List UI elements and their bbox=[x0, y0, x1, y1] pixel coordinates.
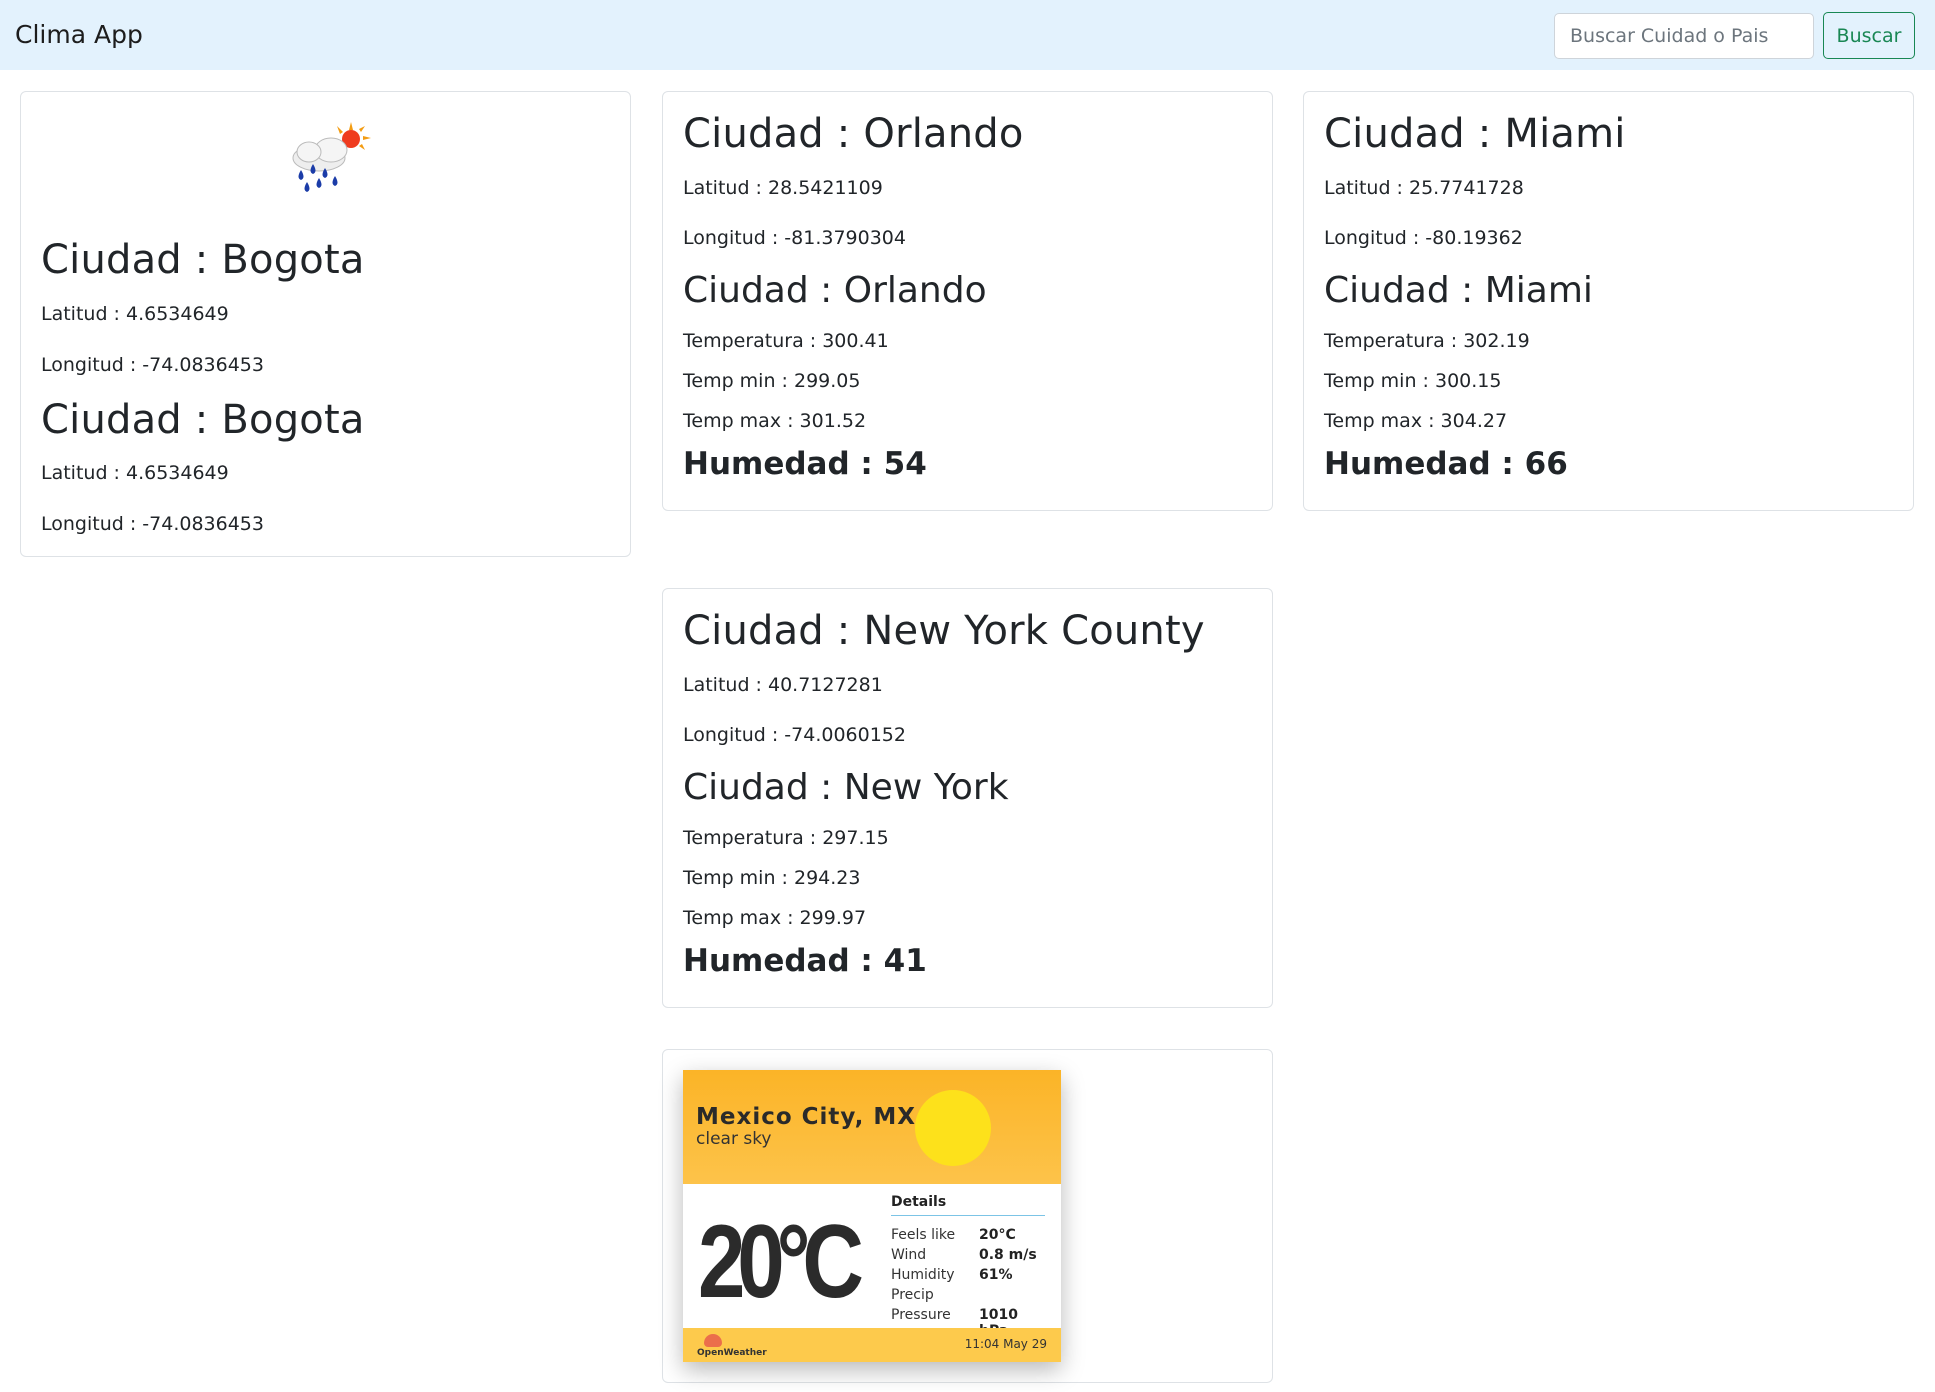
widget-details-title: Details bbox=[891, 1194, 947, 1210]
city-card-new-york: Ciudad : New York County Latitud : 40.71… bbox=[662, 588, 1273, 1008]
widget-header: Mexico City, MX clear sky bbox=[683, 1070, 1061, 1184]
temp-min-text: Temp min : 299.05 bbox=[683, 370, 861, 392]
city-title: Ciudad : Bogota bbox=[41, 397, 365, 443]
temperature-text: Temperatura : 297.15 bbox=[683, 827, 889, 849]
detail-value: 0.8 m/s bbox=[979, 1247, 1037, 1263]
openweather-logo-text[interactable]: OpenWeather bbox=[697, 1348, 767, 1358]
humidity-text: Humedad : 66 bbox=[1324, 446, 1568, 482]
divider bbox=[891, 1215, 1045, 1216]
detail-label: Pressure bbox=[891, 1307, 951, 1323]
app-brand[interactable]: Clima App bbox=[15, 20, 143, 49]
city-subtitle: Ciudad : New York bbox=[683, 767, 1009, 808]
widget-timestamp: 11:04 May 29 bbox=[964, 1337, 1047, 1351]
widget-city: Mexico City, MX bbox=[696, 1104, 916, 1130]
temp-max-text: Temp max : 299.97 bbox=[683, 907, 867, 929]
temp-min-text: Temp min : 300.15 bbox=[1324, 370, 1502, 392]
latitude-text: Latitud : 4.6534649 bbox=[41, 462, 229, 484]
detail-value: 20°C bbox=[979, 1227, 1016, 1243]
latitude-text: Latitud : 4.6534649 bbox=[41, 303, 229, 325]
city-card-miami: Ciudad : Miami Latitud : 25.7741728 Long… bbox=[1303, 91, 1914, 511]
detail-label: Precip bbox=[891, 1287, 934, 1303]
detail-label: Wind bbox=[891, 1247, 927, 1263]
city-subtitle: Ciudad : Orlando bbox=[683, 270, 987, 311]
temp-max-text: Temp max : 304.27 bbox=[1324, 410, 1508, 432]
rain-cloud-sun-icon bbox=[292, 122, 371, 192]
city-title: Ciudad : Orlando bbox=[683, 111, 1024, 157]
detail-label: Humidity bbox=[891, 1267, 955, 1283]
latitude-text: Latitud : 40.7127281 bbox=[683, 674, 883, 696]
detail-label: Feels like bbox=[891, 1227, 956, 1243]
longitude-text: Longitud : -81.3790304 bbox=[683, 227, 906, 249]
city-card-orlando: Ciudad : Orlando Latitud : 28.5421109 Lo… bbox=[662, 91, 1273, 511]
weather-widget-card: Mexico City, MX clear sky 20°C Details F… bbox=[662, 1049, 1273, 1383]
temp-min-text: Temp min : 294.23 bbox=[683, 867, 861, 889]
city-title: Ciudad : Miami bbox=[1324, 111, 1626, 157]
openweather-widget[interactable]: Mexico City, MX clear sky 20°C Details F… bbox=[683, 1070, 1061, 1362]
sun-icon bbox=[915, 1090, 991, 1166]
longitude-text: Longitud : -74.0836453 bbox=[41, 513, 264, 535]
search-button[interactable]: Buscar bbox=[1823, 12, 1915, 59]
temperature-text: Temperatura : 302.19 bbox=[1324, 330, 1530, 352]
city-card-bogota: Ciudad : Bogota Latitud : 4.6534649 Long… bbox=[20, 91, 631, 557]
city-title: Ciudad : Bogota bbox=[41, 237, 365, 283]
latitude-text: Latitud : 28.5421109 bbox=[683, 177, 883, 199]
search-input[interactable] bbox=[1554, 13, 1814, 59]
detail-value: 61% bbox=[979, 1267, 1013, 1283]
temp-max-text: Temp max : 301.52 bbox=[683, 410, 867, 432]
navbar: Clima App Buscar bbox=[0, 0, 1935, 70]
widget-description: clear sky bbox=[696, 1129, 772, 1149]
latitude-text: Latitud : 25.7741728 bbox=[1324, 177, 1524, 199]
widget-footer: OpenWeather 11:04 May 29 bbox=[683, 1328, 1061, 1362]
city-subtitle: Ciudad : Miami bbox=[1324, 270, 1593, 311]
city-title: Ciudad : New York County bbox=[683, 608, 1205, 654]
widget-temperature: 20°C bbox=[698, 1204, 864, 1320]
longitude-text: Longitud : -74.0836453 bbox=[41, 354, 264, 376]
longitude-text: Longitud : -74.0060152 bbox=[683, 724, 906, 746]
humidity-text: Humedad : 41 bbox=[683, 943, 927, 979]
openweather-logo-icon bbox=[704, 1334, 722, 1347]
humidity-text: Humedad : 54 bbox=[683, 446, 927, 482]
longitude-text: Longitud : -80.19362 bbox=[1324, 227, 1523, 249]
temperature-text: Temperatura : 300.41 bbox=[683, 330, 889, 352]
